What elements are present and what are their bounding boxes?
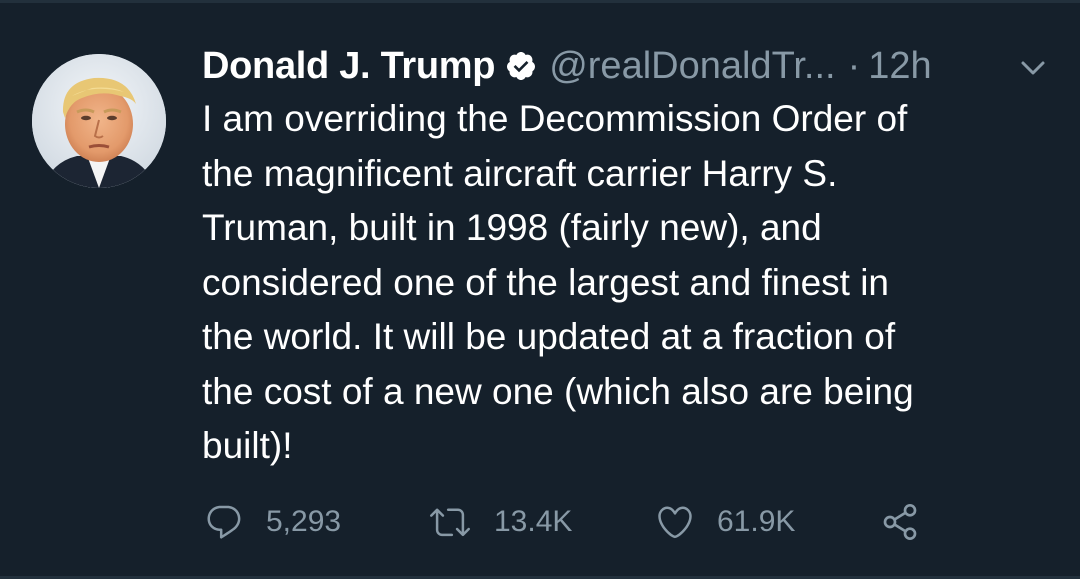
retweet-icon <box>428 502 472 542</box>
verified-badge-icon <box>505 50 537 82</box>
avatar[interactable] <box>32 54 166 188</box>
separator-dot: · <box>847 44 861 87</box>
reply-count: 5,293 <box>266 505 342 538</box>
chevron-down-icon[interactable] <box>1018 56 1048 80</box>
top-divider <box>0 0 1080 3</box>
like-count: 61.9K <box>717 505 796 538</box>
tweet-text: I am overriding the Decommission Order o… <box>202 98 914 466</box>
avatar-photo <box>32 54 166 188</box>
share-icon <box>880 502 920 542</box>
retweet-button[interactable]: 13.4K <box>428 498 572 546</box>
share-button[interactable] <box>880 498 920 546</box>
tweet-actions: 5,293 13.4K 61.9K <box>0 498 1080 546</box>
timestamp[interactable]: 12h <box>868 45 931 88</box>
reply-bubble-icon <box>204 502 244 542</box>
tweet-header: Donald J. Trump @realDonaldTr... · 12h <box>202 40 932 92</box>
user-handle[interactable]: @realDonaldTr... <box>549 45 835 88</box>
heart-icon <box>655 502 695 542</box>
display-name[interactable]: Donald J. Trump <box>202 45 496 88</box>
like-button[interactable]: 61.9K <box>655 498 795 546</box>
reply-button[interactable]: 5,293 <box>204 498 341 546</box>
retweet-count: 13.4K <box>494 505 573 538</box>
